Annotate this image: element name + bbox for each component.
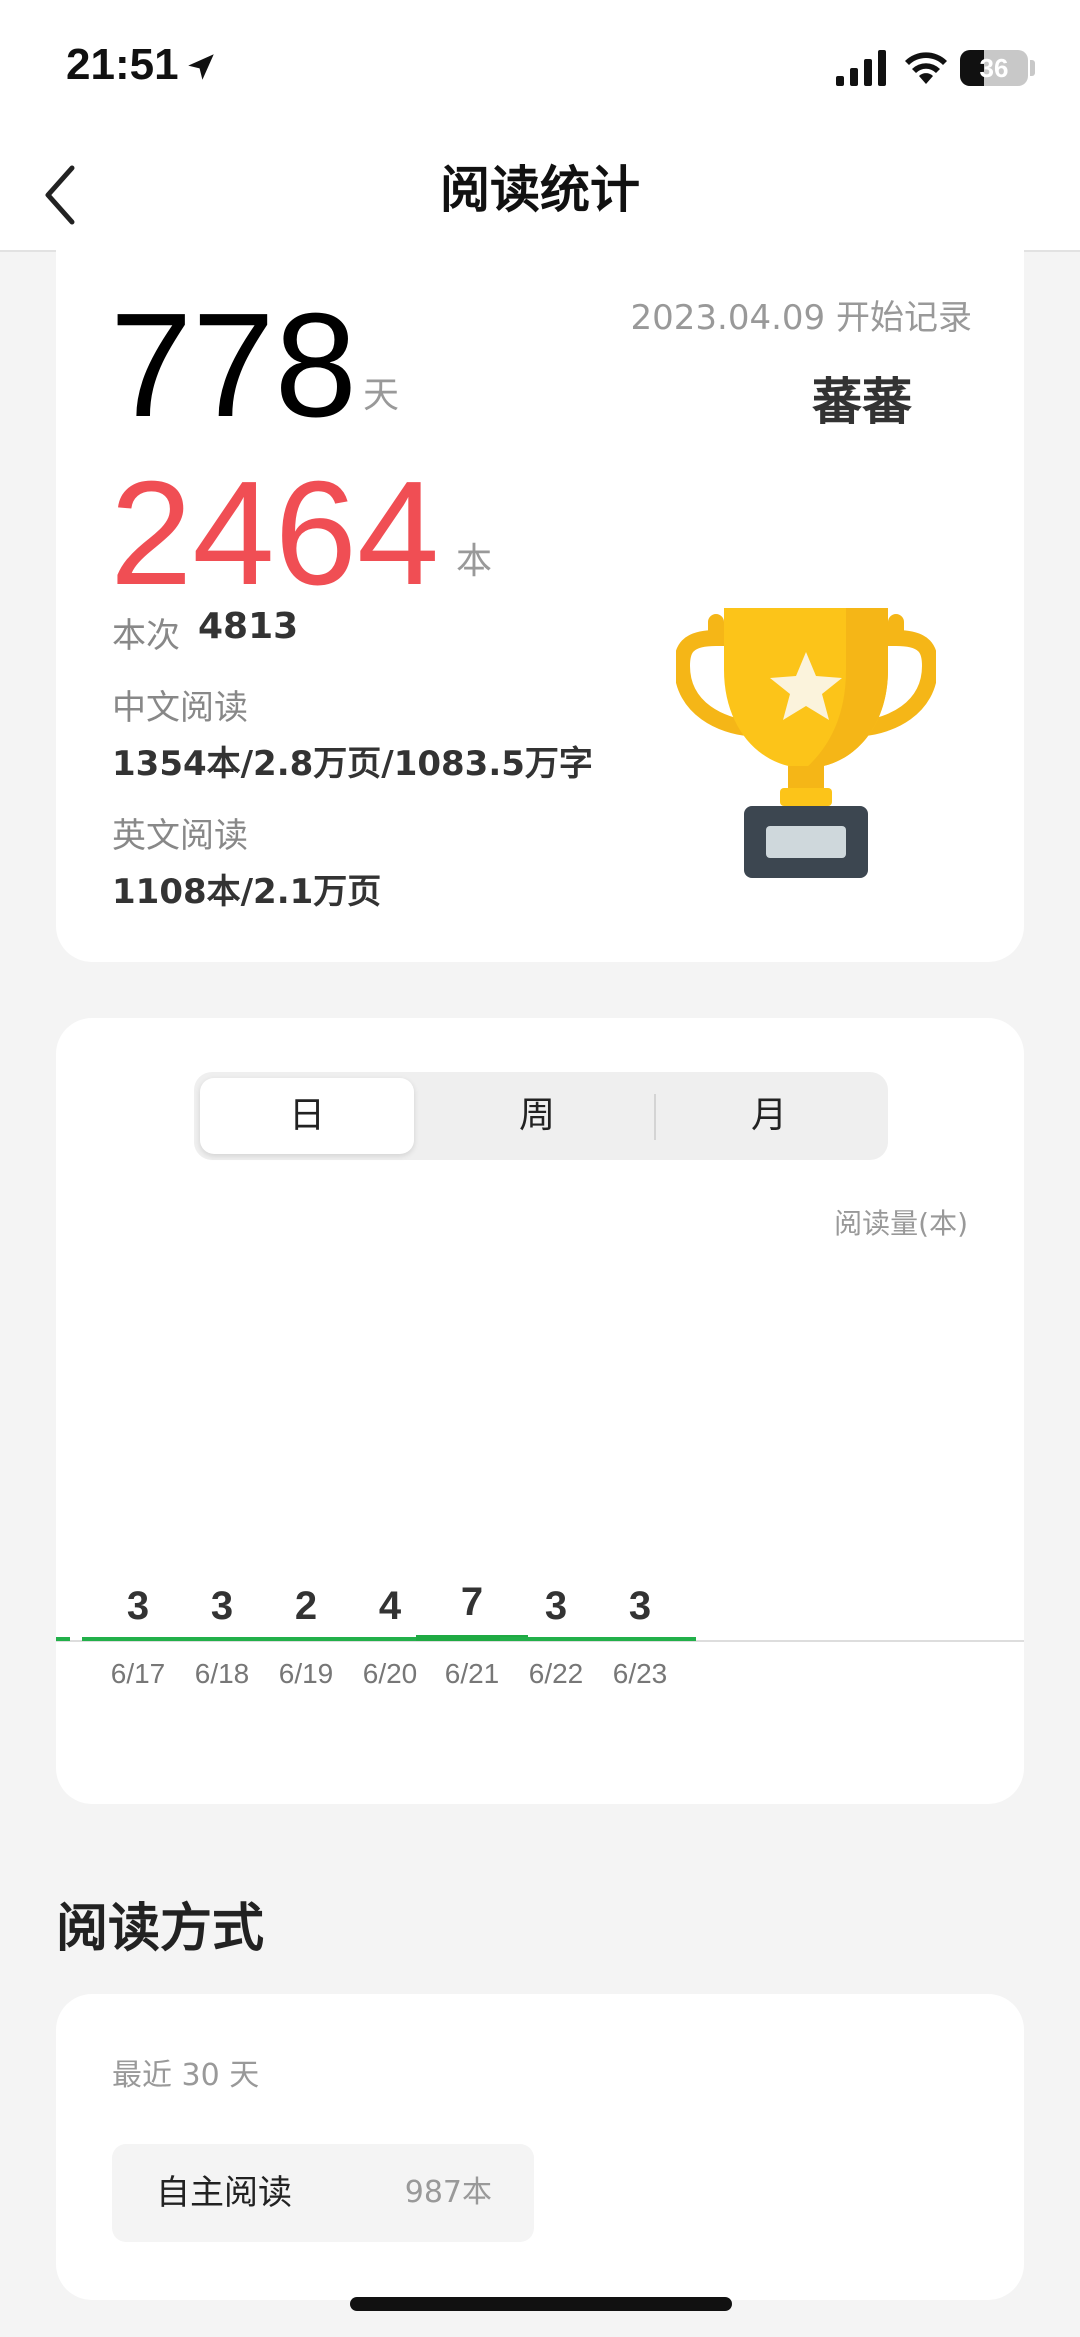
reading-mode-name: 自主阅读 xyxy=(156,2173,292,2213)
chart-y-axis-label: 阅读量(本) xyxy=(834,1207,968,1240)
total-books-value: 2464 xyxy=(110,451,440,616)
chart-data-label: 3 xyxy=(127,1584,149,1628)
session-label: 本次 xyxy=(112,616,180,656)
chart-data-label: 3 xyxy=(211,1584,233,1628)
chart-x-tick-label: 6/22 xyxy=(529,1658,584,1689)
chart-x-tick-label: 6/18 xyxy=(195,1658,250,1689)
tab-day[interactable]: 日 xyxy=(200,1078,414,1154)
session-value: 4813 xyxy=(198,606,299,647)
status-time: 21:51 xyxy=(66,40,179,89)
summary-card: 778 天 2464 本 本次 4813 中文阅读 1354本/2.8万页/10… xyxy=(56,240,1024,962)
reading-bar-chart: 3 6/17 3 6/18 2 6/19 4 6/20 7 6/21 3 6/22 3 6/23 xyxy=(56,1580,1024,1689)
chart-data-label: 7 xyxy=(461,1580,483,1624)
battery-level: 36 xyxy=(979,53,1009,83)
chart-x-tick-label: 6/19 xyxy=(279,1658,334,1689)
period-segmented-control: 日 周 月 xyxy=(194,1072,888,1160)
nav-bar: 阅读统计 xyxy=(0,140,1080,252)
home-indicator xyxy=(350,2297,732,2311)
chinese-reading-value: 1354本/2.8万页/1083.5万字 xyxy=(112,744,593,784)
chart-data-label: 3 xyxy=(545,1584,567,1628)
reading-mode-title: 阅读方式 xyxy=(56,1899,265,1959)
chart-x-tick-label: 6/20 xyxy=(363,1658,418,1689)
wifi-icon xyxy=(905,52,947,84)
chart-x-tick-label: 6/21 xyxy=(445,1658,500,1689)
username: 蕃蕃 xyxy=(812,373,912,431)
chart-data-label: 2 xyxy=(295,1584,317,1628)
chart-data-label: 3 xyxy=(629,1584,651,1628)
total-books-unit: 本 xyxy=(456,541,493,582)
english-reading-label: 英文阅读 xyxy=(112,816,248,856)
battery-tip xyxy=(1030,60,1035,76)
battery-icon: 36 xyxy=(960,50,1028,86)
reading-mode-count: 987本 xyxy=(404,2175,492,2210)
tab-week[interactable]: 周 xyxy=(430,1078,644,1154)
status-bar: 21:51 36 xyxy=(0,0,1080,140)
reading-days-unit: 天 xyxy=(363,375,400,416)
reading-mode-card: 最近 30 天 自主阅读 987本 xyxy=(56,1994,1024,2300)
chart-x-tick-label: 6/17 xyxy=(111,1658,166,1689)
page-title: 阅读统计 xyxy=(440,161,640,219)
chart-card: 日 周 月 阅读量(本) 3 6/17 3 6/18 2 6/19 4 6/20 7 6/21 3 6… xyxy=(56,1018,1024,1804)
tab-month[interactable]: 月 xyxy=(662,1078,876,1154)
reading-days-value: 778 xyxy=(110,283,357,448)
chart-bar-6-23[interactable] xyxy=(584,1637,696,1641)
chart-bar-clipped xyxy=(56,1637,70,1641)
recent-period-label: 最近 30 天 xyxy=(112,2058,260,2093)
chart-x-tick-label: 6/23 xyxy=(613,1658,668,1689)
location-arrow-icon xyxy=(188,54,214,80)
cellular-signal-icon xyxy=(836,50,886,86)
segment-divider xyxy=(654,1094,656,1140)
trophy-icon xyxy=(676,608,936,878)
start-date: 2023.04.09 开始记录 xyxy=(630,298,972,338)
chinese-reading-label: 中文阅读 xyxy=(112,688,248,728)
chart-data-label: 4 xyxy=(379,1584,402,1628)
reading-mode-item[interactable]: 自主阅读 987本 xyxy=(112,2144,534,2242)
english-reading-value: 1108本/2.1万页 xyxy=(112,872,382,912)
